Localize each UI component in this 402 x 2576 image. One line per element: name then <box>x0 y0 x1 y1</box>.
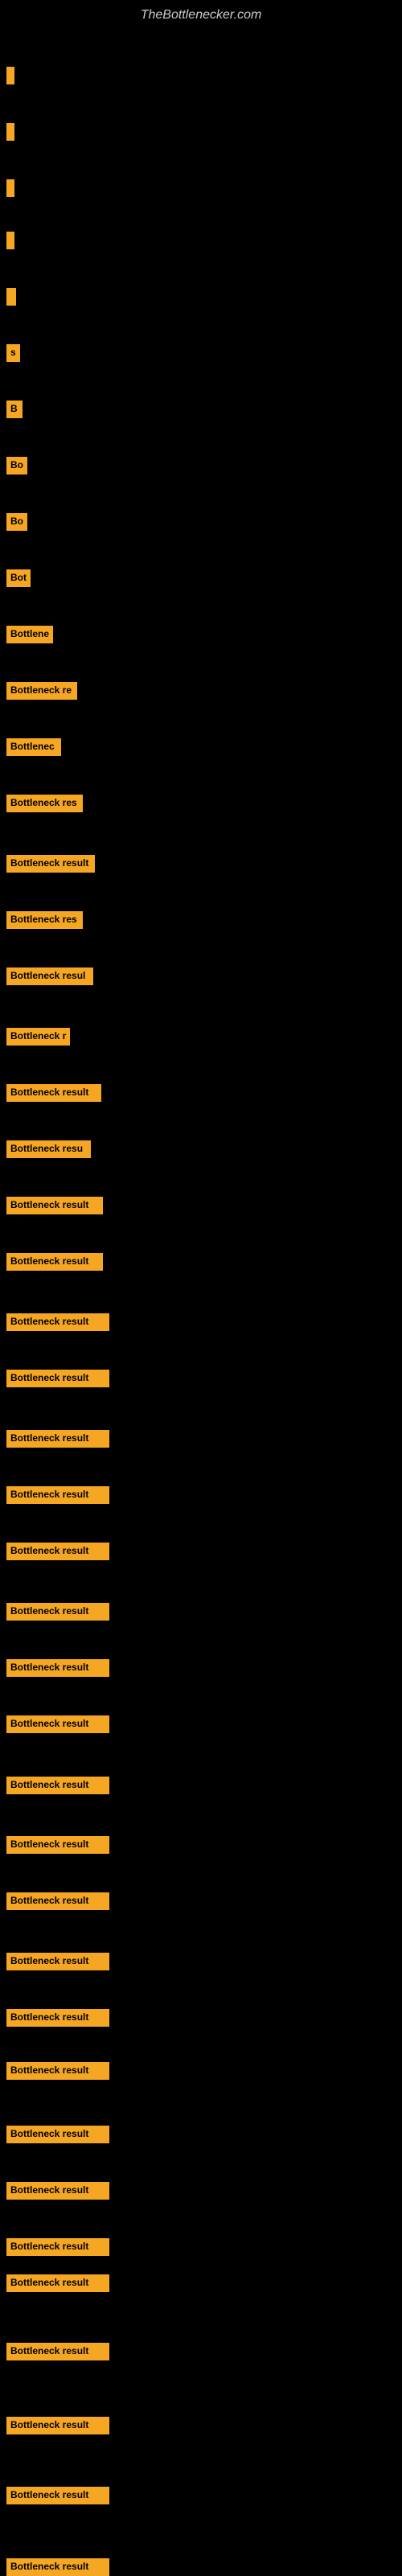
bottleneck-label: Bottleneck result <box>6 855 95 873</box>
bottleneck-label: Bottleneck res <box>6 795 83 812</box>
list-item: Bottleneck result <box>6 1715 109 1733</box>
list-item: Bottleneck result <box>6 2274 109 2292</box>
list-item: Bot <box>6 569 31 587</box>
list-item: Bottleneck r <box>6 1028 70 1046</box>
bottleneck-label: Bottleneck result <box>6 1313 109 1331</box>
list-item: Bottleneck result <box>6 1777 109 1794</box>
bottleneck-label: B <box>6 401 23 418</box>
bottleneck-label <box>6 123 14 141</box>
bottleneck-label: Bottleneck result <box>6 2487 109 2504</box>
list-item: Bottleneck result <box>6 855 95 873</box>
list-item <box>6 288 16 310</box>
list-item: Bottleneck result <box>6 1084 101 1102</box>
list-item: Bottlenec <box>6 738 61 756</box>
bottleneck-label: Bottleneck result <box>6 1603 109 1621</box>
list-item: Bottleneck re <box>6 682 77 700</box>
bottleneck-label <box>6 67 14 84</box>
list-item: Bottleneck result <box>6 1543 109 1560</box>
bottleneck-label: Bottleneck resul <box>6 968 93 985</box>
list-item: Bo <box>6 457 27 475</box>
bottleneck-label: Bottleneck result <box>6 2343 109 2360</box>
list-item: Bottleneck resul <box>6 968 93 985</box>
list-item: Bottleneck result <box>6 1603 109 1621</box>
list-item: Bottleneck result <box>6 2343 109 2360</box>
bottleneck-label: Bottleneck result <box>6 1253 103 1271</box>
list-item: Bottleneck result <box>6 1953 109 1970</box>
list-item: Bottleneck result <box>6 2238 109 2256</box>
bottleneck-label: Bottlenec <box>6 738 61 756</box>
list-item: Bottleneck result <box>6 2062 109 2080</box>
bottleneck-label: Bottleneck result <box>6 1892 109 1910</box>
bottleneck-label <box>6 288 16 306</box>
list-item: Bottleneck result <box>6 2009 109 2027</box>
bottleneck-label: Bottleneck result <box>6 2009 109 2027</box>
bottleneck-label: Bottleneck result <box>6 2274 109 2292</box>
bottleneck-label: Bottleneck result <box>6 1197 103 1214</box>
list-item <box>6 67 14 88</box>
bottleneck-label <box>6 232 14 249</box>
list-item: Bottleneck result <box>6 1659 109 1677</box>
list-item: s <box>6 344 20 362</box>
bottleneck-label: Bottleneck result <box>6 1836 109 1854</box>
bottleneck-label: Bottleneck resu <box>6 1140 91 1158</box>
list-item <box>6 179 14 201</box>
bottleneck-label: Bottleneck result <box>6 1543 109 1560</box>
list-item: Bottlene <box>6 626 53 643</box>
bottleneck-label: Bottleneck result <box>6 1715 109 1733</box>
bottleneck-label: Bottleneck result <box>6 2126 109 2143</box>
list-item: Bottleneck result <box>6 2487 109 2504</box>
bottleneck-label: Bottleneck re <box>6 682 77 700</box>
site-title: TheBottlenecker.com <box>0 0 402 27</box>
bottleneck-label: Bo <box>6 513 27 531</box>
bottleneck-label: Bot <box>6 569 31 587</box>
bottleneck-label: s <box>6 344 20 362</box>
list-item: Bottleneck result <box>6 1370 109 1387</box>
list-item: Bottleneck result <box>6 1253 103 1271</box>
list-item: Bottleneck res <box>6 795 83 812</box>
list-item: Bottleneck result <box>6 1892 109 1910</box>
list-item <box>6 123 14 145</box>
list-item: Bottleneck result <box>6 1430 109 1448</box>
list-item: Bottleneck result <box>6 1486 109 1504</box>
bottleneck-label: Bottleneck result <box>6 2062 109 2080</box>
bottleneck-label <box>6 179 14 197</box>
list-item: Bottleneck result <box>6 1197 103 1214</box>
bottleneck-label: Bottleneck result <box>6 2417 109 2434</box>
list-item: Bo <box>6 513 27 531</box>
bottleneck-label: Bottleneck result <box>6 1777 109 1794</box>
bottleneck-label: Bottleneck r <box>6 1028 70 1046</box>
bottleneck-label: Bottleneck result <box>6 2238 109 2256</box>
list-item: Bottleneck result <box>6 1836 109 1854</box>
bottleneck-label: Bottleneck result <box>6 1370 109 1387</box>
bottleneck-label: Bottleneck result <box>6 1659 109 1677</box>
bottleneck-label: Bottlene <box>6 626 53 643</box>
list-item: Bottleneck res <box>6 911 83 929</box>
list-item: B <box>6 401 23 418</box>
bottleneck-label: Bottleneck result <box>6 1953 109 1970</box>
list-item: Bottleneck result <box>6 1313 109 1331</box>
bottleneck-label: Bottleneck result <box>6 1486 109 1504</box>
bottleneck-label: Bottleneck result <box>6 1430 109 1448</box>
list-item: Bottleneck result <box>6 2126 109 2143</box>
bottleneck-label: Bottleneck result <box>6 1084 101 1102</box>
list-item: Bottleneck resu <box>6 1140 91 1158</box>
bottleneck-label: Bo <box>6 457 27 475</box>
list-item <box>6 232 14 253</box>
bottleneck-label: Bottleneck result <box>6 2182 109 2200</box>
bottleneck-label: Bottleneck res <box>6 911 83 929</box>
list-item: Bottleneck result <box>6 2417 109 2434</box>
site-container: TheBottlenecker.com s B Bo Bo Bot Bottlene Bot… <box>0 0 402 2574</box>
list-item: Bottleneck result <box>6 2182 109 2200</box>
